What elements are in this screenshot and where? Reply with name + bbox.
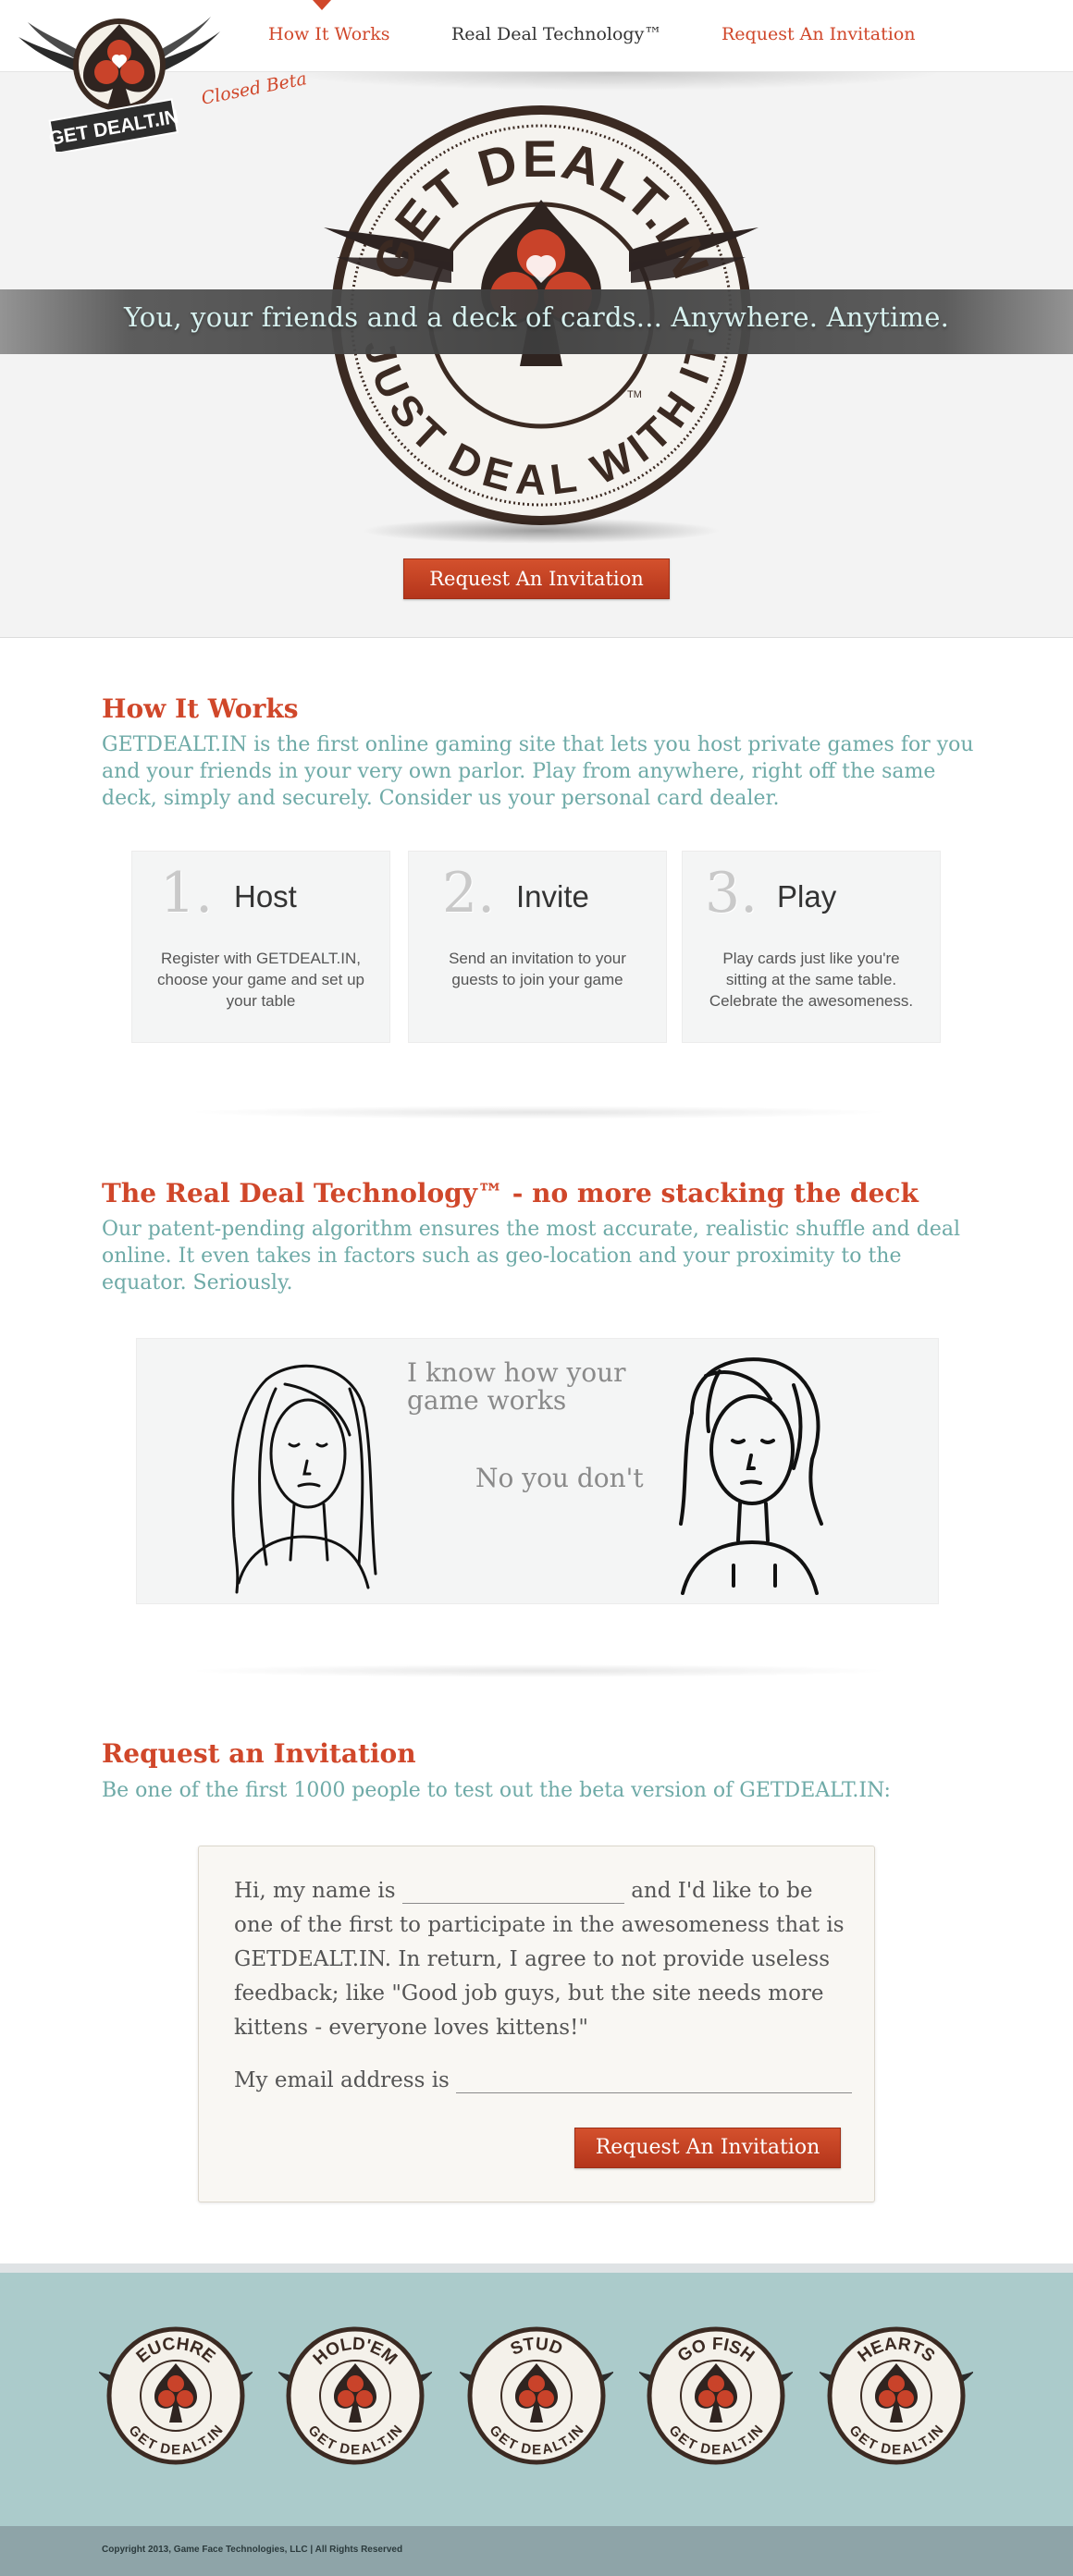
- step-number: 3.: [705, 861, 758, 926]
- hero-section: GET DEALT.IN JUST DEAL WITH IT TM You, y…: [0, 72, 1073, 638]
- person-left-icon: [231, 1364, 377, 1594]
- stamp-tm: TM: [627, 389, 642, 400]
- letter-intro: Hi, my name is: [234, 1879, 396, 1903]
- comic-speech-1: I know how your game works: [407, 1357, 626, 1416]
- badge-go-fish-icon[interactable]: GO FISH GET DEALT.IN: [639, 2319, 793, 2472]
- step-description: Send an invitation to your guests to joi…: [449, 950, 626, 988]
- email-label: My email address is: [234, 2068, 450, 2092]
- how-it-works-description: GETDEALT.IN is the first online gaming s…: [102, 733, 974, 810]
- badge-holdem-icon[interactable]: HOLD'EM GET DEALT.IN: [278, 2319, 432, 2472]
- email-row: My email address is: [234, 2068, 853, 2093]
- how-it-works-title: How It Works: [102, 693, 299, 724]
- email-input[interactable]: [456, 2068, 853, 2093]
- step-description: Register with GETDEALT.IN, choose your g…: [157, 950, 364, 1010]
- hero-request-invitation-button[interactable]: Request An Invitation: [403, 558, 670, 599]
- stamp-shadow: [361, 518, 722, 544]
- comic-speech-2: No you don't: [475, 1463, 644, 1493]
- hero-tagline: You, your friends and a deck of cards...…: [123, 301, 950, 333]
- nav-real-deal-technology[interactable]: Real Deal Technology™: [451, 24, 661, 44]
- step-title: Host: [234, 879, 297, 914]
- nav-how-it-works[interactable]: How It Works: [268, 24, 390, 44]
- request-invitation-title: Request an Invitation: [102, 1738, 416, 1769]
- step-host-card: 1. Host Register with GETDEALT.IN, choos…: [131, 851, 390, 1043]
- badge-euchre-icon[interactable]: EUCHRE GET DEALT.IN: [99, 2319, 253, 2472]
- step-play-card: 3. Play Play cards just like you're sitt…: [682, 851, 941, 1043]
- section-divider: [194, 1664, 883, 1677]
- nav-shadow: [278, 72, 944, 91]
- invitation-letter: Hi, my name is and I'd like to be one of…: [234, 1874, 845, 2045]
- badge-hearts-icon[interactable]: HEARTS GET DEALT.IN: [820, 2319, 973, 2472]
- copyright-bar: Copyright 2013, Game Face Technologies, …: [0, 2526, 1073, 2576]
- step-title: Play: [777, 879, 837, 914]
- technology-description: Our patent-pending algorithm ensures the…: [102, 1218, 961, 1294]
- name-input[interactable]: [401, 1879, 624, 1904]
- section-divider: [194, 1106, 883, 1119]
- footer-strip: [0, 2263, 1073, 2273]
- copyright-text: Copyright 2013, Game Face Technologies, …: [102, 2545, 403, 2555]
- game-badges-row: EUCHRE GET DEALT.IN HOLD'EM GET DEALT.IN…: [0, 2273, 1073, 2526]
- invitation-form: Hi, my name is and I'd like to be one of…: [198, 1846, 875, 2202]
- nav-request-invitation[interactable]: Request An Invitation: [722, 24, 916, 44]
- request-invitation-subtitle: Be one of the first 1000 people to test …: [102, 1779, 891, 1802]
- technology-title: The Real Deal Technology™ - no more stac…: [102, 1178, 919, 1208]
- step-number: 2.: [442, 861, 496, 926]
- site-logo[interactable]: GET DEALT.IN: [15, 4, 228, 155]
- step-invite-card: 2. Invite Send an invitation to your gue…: [408, 851, 667, 1043]
- comic-illustration: I know how your game works No you don't: [136, 1338, 939, 1604]
- step-number: 1.: [160, 861, 214, 926]
- step-title: Invite: [516, 879, 589, 914]
- active-nav-indicator: [313, 0, 331, 10]
- badge-stud-icon[interactable]: STUD GET DEALT.IN: [460, 2319, 613, 2472]
- step-description: Play cards just like you're sitting at t…: [709, 950, 914, 1010]
- person-right-icon: [679, 1357, 823, 1595]
- form-request-invitation-button[interactable]: Request An Invitation: [574, 2128, 841, 2168]
